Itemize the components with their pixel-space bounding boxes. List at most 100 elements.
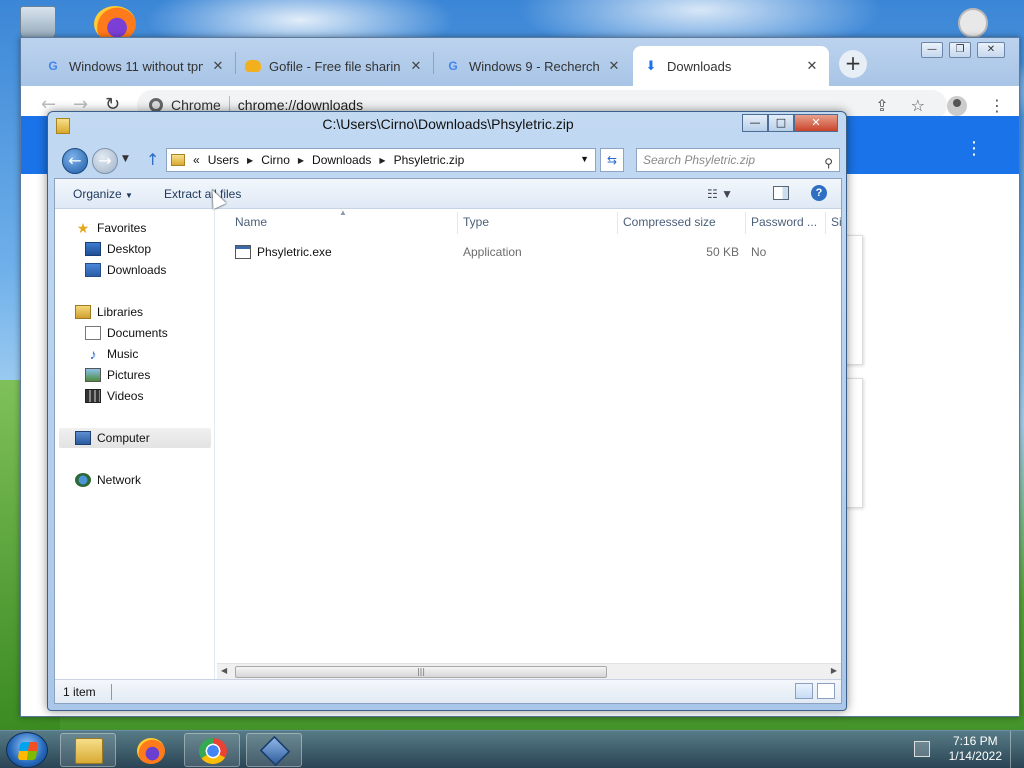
file-name: Phsyletric.exe bbox=[257, 245, 332, 259]
change-view-icon[interactable]: ☷ ▼ bbox=[707, 187, 733, 201]
nav-libraries[interactable]: Libraries bbox=[75, 302, 143, 322]
close-button[interactable]: ✕ bbox=[977, 42, 1005, 58]
close-icon[interactable]: ✕ bbox=[211, 58, 225, 74]
tab-gofile[interactable]: Gofile - Free file sharing a ✕ bbox=[235, 46, 433, 86]
column-header-compressed-size[interactable]: Compressed size bbox=[617, 210, 716, 234]
minimize-button[interactable]: — bbox=[742, 114, 768, 132]
settings-desktop-icon[interactable] bbox=[958, 8, 988, 38]
search-icon[interactable]: ⚲ bbox=[824, 152, 833, 174]
explorer-window: C:\Users\Cirno\Downloads\Phsyletric.zip … bbox=[47, 111, 847, 711]
network-tray-icon[interactable] bbox=[914, 741, 930, 757]
nav-videos[interactable]: Videos bbox=[85, 386, 143, 406]
downloads-menu-icon[interactable]: ⋮ bbox=[965, 138, 983, 159]
computer-icon bbox=[75, 431, 91, 445]
profile-avatar-icon[interactable] bbox=[947, 96, 967, 116]
tab-title: Windows 11 without tpm bbox=[69, 58, 203, 74]
chevron-down-icon[interactable]: ▼ bbox=[580, 154, 589, 164]
column-header-size[interactable]: Si bbox=[825, 210, 842, 234]
chrome-window-controls: — ❐ ✕ bbox=[921, 42, 1005, 58]
desktop-icon bbox=[85, 242, 101, 256]
breadcrumb-users[interactable]: Users bbox=[208, 153, 239, 167]
taskbar-chrome[interactable] bbox=[184, 733, 240, 767]
large-icons-view-icon[interactable] bbox=[817, 683, 835, 699]
breadcrumb-overflow[interactable]: « bbox=[193, 153, 200, 167]
chevron-right-icon[interactable]: ▶ bbox=[298, 156, 304, 165]
start-button[interactable] bbox=[6, 732, 48, 768]
tab-windows11[interactable]: G Windows 11 without tpm ✕ bbox=[35, 46, 235, 86]
nav-pictures[interactable]: Pictures bbox=[85, 365, 150, 385]
breadcrumb-downloads[interactable]: Downloads bbox=[312, 153, 371, 167]
search-input[interactable]: Search Phsyletric.zip ⚲ bbox=[636, 148, 840, 172]
details-view-icon[interactable] bbox=[795, 683, 813, 699]
horizontal-scrollbar[interactable]: ◀ ||| ▶ bbox=[217, 663, 841, 679]
download-icon: ⬇ bbox=[645, 58, 657, 73]
system-clock[interactable]: 7:16 PM 1/14/2022 bbox=[949, 734, 1002, 764]
refresh-button[interactable]: ⇆ bbox=[600, 148, 624, 172]
nav-favorites[interactable]: ★ Favorites bbox=[75, 218, 147, 238]
nav-network[interactable]: Network bbox=[75, 470, 141, 490]
tab-windows9[interactable]: G Windows 9 - Recherche G ✕ bbox=[435, 46, 631, 86]
restore-button[interactable]: ❐ bbox=[949, 42, 971, 58]
help-icon[interactable]: ? bbox=[811, 185, 827, 201]
scroll-left-icon[interactable]: ◀ bbox=[221, 666, 227, 675]
tab-separator bbox=[433, 52, 434, 74]
close-icon[interactable]: ✕ bbox=[607, 58, 621, 74]
table-row[interactable]: Phsyletric.exe Application 50 KB No bbox=[235, 242, 835, 262]
nav-music[interactable]: ♪ Music bbox=[85, 344, 139, 364]
chrome-icon bbox=[199, 738, 227, 764]
nav-label: Desktop bbox=[107, 242, 152, 256]
column-header-name[interactable]: Name bbox=[229, 210, 267, 234]
recent-pages-dropdown-icon[interactable]: ▼ bbox=[122, 154, 129, 164]
nav-label: Downloads bbox=[107, 263, 167, 277]
close-icon[interactable]: ✕ bbox=[409, 58, 423, 74]
taskbar-explorer[interactable] bbox=[60, 733, 116, 767]
breadcrumb-cirno[interactable]: Cirno bbox=[261, 153, 290, 167]
bookmark-star-icon[interactable]: ☆ bbox=[911, 96, 925, 116]
back-button[interactable]: ← bbox=[62, 148, 88, 174]
show-desktop-button[interactable] bbox=[1010, 731, 1024, 768]
close-icon[interactable]: ✕ bbox=[805, 58, 819, 74]
forward-button[interactable]: → bbox=[92, 148, 118, 174]
recycle-bin-icon[interactable] bbox=[20, 6, 56, 40]
nav-computer[interactable]: Computer bbox=[59, 428, 211, 448]
tab-downloads[interactable]: ⬇ Downloads ✕ bbox=[633, 46, 829, 86]
chrome-menu-icon[interactable]: ⋮ bbox=[989, 96, 1005, 116]
up-arrow-icon[interactable]: ↑ bbox=[146, 150, 159, 169]
command-bar: Organize ▼ Extract all files ☷ ▼ ? bbox=[55, 179, 841, 209]
new-tab-button[interactable]: + bbox=[839, 50, 867, 78]
pictures-icon bbox=[85, 368, 101, 382]
organize-label: Organize bbox=[73, 187, 122, 201]
film-icon bbox=[85, 389, 101, 403]
chevron-right-icon[interactable]: ▶ bbox=[379, 156, 385, 165]
nav-desktop[interactable]: Desktop bbox=[85, 239, 151, 259]
scrollbar-thumb[interactable]: ||| bbox=[235, 666, 607, 678]
extract-all-button[interactable]: Extract all files bbox=[164, 187, 241, 201]
nav-downloads[interactable]: Downloads bbox=[85, 260, 166, 280]
breadcrumb-zip[interactable]: Phsyletric.zip bbox=[394, 153, 465, 167]
nav-label: Favorites bbox=[97, 221, 147, 235]
application-icon bbox=[235, 245, 251, 259]
explorer-navbar: ← → ▼ ↑ « Users ▶ Cirno ▶ Downloads ▶ Ph… bbox=[54, 146, 842, 174]
minimize-button[interactable]: — bbox=[921, 42, 943, 58]
address-bar[interactable]: « Users ▶ Cirno ▶ Downloads ▶ Phsyletric… bbox=[166, 148, 596, 172]
nav-label: Pictures bbox=[107, 368, 151, 382]
taskbar-virtualbox[interactable] bbox=[246, 733, 302, 767]
nav-label: Network bbox=[97, 473, 142, 487]
gofile-icon bbox=[245, 60, 261, 72]
nav-documents[interactable]: Documents bbox=[85, 323, 168, 343]
preview-pane-icon[interactable] bbox=[773, 186, 789, 200]
star-icon: ★ bbox=[76, 220, 90, 236]
scroll-right-icon[interactable]: ▶ bbox=[831, 666, 837, 675]
chevron-right-icon[interactable]: ▶ bbox=[247, 156, 253, 165]
clock-date: 1/14/2022 bbox=[948, 749, 1002, 763]
column-header-type[interactable]: Type bbox=[457, 210, 489, 234]
column-header-password[interactable]: Password ... bbox=[745, 210, 817, 234]
organize-button[interactable]: Organize ▼ bbox=[73, 187, 133, 201]
maximize-button[interactable]: □ bbox=[768, 114, 794, 132]
taskbar-firefox[interactable] bbox=[122, 733, 178, 767]
google-icon: G bbox=[48, 59, 58, 73]
nav-label: Libraries bbox=[97, 305, 144, 319]
firefox-icon bbox=[137, 738, 165, 764]
close-button[interactable]: ✕ bbox=[794, 114, 838, 132]
share-icon[interactable]: ⇪ bbox=[875, 96, 888, 116]
